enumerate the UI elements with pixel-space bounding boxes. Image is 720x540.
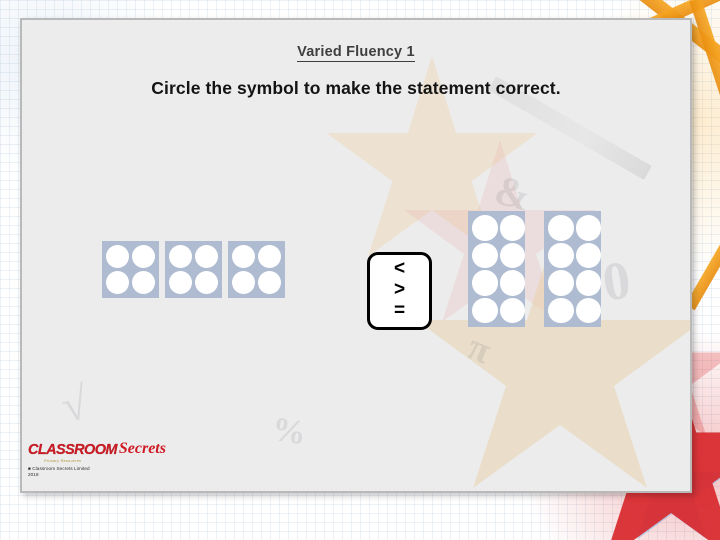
- instruction-text: Circle the symbol to make the statement …: [151, 78, 561, 98]
- dot: [499, 242, 525, 268]
- slide-panel: & 0 π √ % Varied Fluency 1 Circle the sy…: [20, 18, 692, 493]
- dot: [548, 242, 574, 268]
- dot: [575, 297, 601, 323]
- dot-tile: [228, 241, 285, 298]
- copyright-notice: ■ Classroom Secrets Limited 2018: [28, 466, 178, 479]
- dot-tile: [468, 211, 525, 327]
- dot: [499, 215, 525, 241]
- dot: [169, 271, 192, 294]
- decorative-number: %: [269, 410, 309, 453]
- dot: [195, 245, 218, 268]
- right-quantity-group: [468, 211, 601, 327]
- dot: [548, 215, 574, 241]
- decorative-number: √: [56, 376, 93, 433]
- dot: [232, 271, 255, 294]
- dot-tile: [102, 241, 159, 298]
- copyright-mark: ■: [28, 465, 31, 471]
- dot: [132, 245, 155, 268]
- dot-tile: [165, 241, 222, 298]
- symbol-option-equals[interactable]: =: [394, 301, 405, 321]
- dot: [258, 245, 281, 268]
- logo-primary-text: CLASSROOM: [28, 442, 118, 459]
- dot: [472, 215, 498, 241]
- dot: [132, 271, 155, 294]
- decorative-number: 0: [598, 249, 635, 313]
- decorative-number: π: [462, 325, 498, 373]
- slide-stage: & 0 π √ % Varied Fluency 1 Circle the sy…: [0, 0, 720, 540]
- dot: [232, 245, 255, 268]
- symbol-choice-box[interactable]: < > =: [367, 252, 432, 330]
- dot: [106, 271, 129, 294]
- dot-tile: [544, 211, 601, 327]
- dot: [499, 297, 525, 323]
- left-quantity-group: [102, 241, 285, 298]
- symbol-option-greater-than[interactable]: >: [394, 280, 405, 300]
- page-title-text: Varied Fluency 1: [297, 44, 415, 62]
- dot: [548, 270, 574, 296]
- dot: [169, 245, 192, 268]
- dot: [575, 270, 601, 296]
- copyright-line-1: Classroom Secrets Limited: [32, 465, 90, 471]
- brand-logo: CLASSROOM Secrets Primary Resources ■ Cl…: [28, 439, 178, 479]
- dot: [472, 297, 498, 323]
- orange-ribbon-icon: [689, 0, 720, 154]
- logo-tagline: Primary Resources: [44, 458, 82, 463]
- dot: [106, 245, 129, 268]
- dot: [472, 270, 498, 296]
- dot: [575, 215, 601, 241]
- logo-secondary-text: Secrets: [118, 439, 166, 457]
- dot: [548, 297, 574, 323]
- copyright-line-2: 2018: [28, 472, 39, 478]
- page-title: Varied Fluency 1: [22, 44, 690, 62]
- dot: [575, 242, 601, 268]
- dot: [258, 271, 281, 294]
- dot: [499, 270, 525, 296]
- symbol-option-less-than[interactable]: <: [394, 259, 405, 279]
- dot: [195, 271, 218, 294]
- dot: [472, 242, 498, 268]
- logo-wordmark: CLASSROOM Secrets: [28, 439, 178, 459]
